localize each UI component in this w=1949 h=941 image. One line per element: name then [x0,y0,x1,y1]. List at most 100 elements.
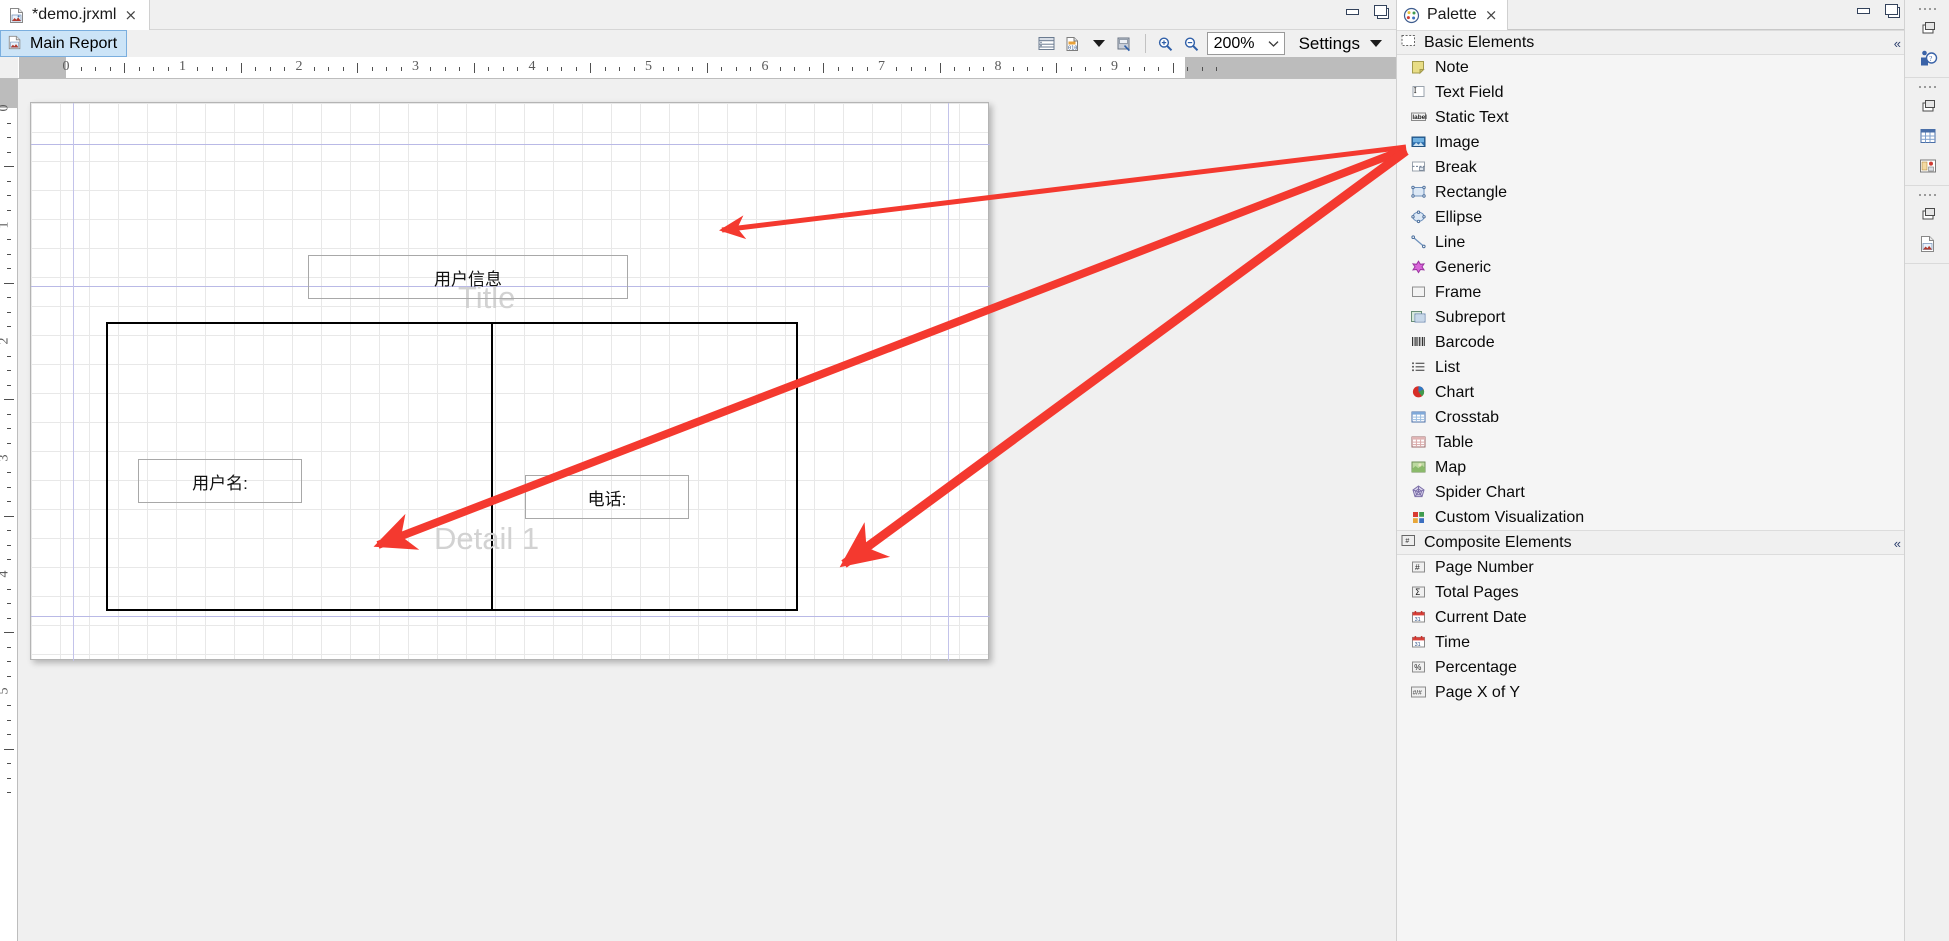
vruler-label: 2 [0,338,13,345]
map-icon [1410,459,1428,476]
minimize-icon[interactable] [1855,3,1871,17]
palette-item-chart[interactable]: Chart [1397,380,1905,405]
palette-item-line[interactable]: Line [1397,230,1905,255]
palette-item-label: Percentage [1435,658,1517,676]
design-canvas[interactable]: Title 用户信息 Detail 1 用户名: 电话: [19,80,1396,941]
hruler-tick [473,63,475,73]
palette-item-label: Spider Chart [1435,483,1525,501]
jrxml-file-icon[interactable] [1905,229,1949,259]
palette-item-current-date[interactable]: 31 Current Date [1397,605,1905,630]
data-source-icon[interactable]: 010 [1060,32,1086,56]
drag-handle-dots[interactable] [1905,190,1949,199]
palette-item-static-text[interactable]: label Static Text [1397,105,1905,130]
page-margin-right-guide [948,103,949,661]
palette-item-text-field[interactable]: Text Field [1397,80,1905,105]
generic-icon [1410,259,1428,276]
report-inspector-icon[interactable] [1905,121,1949,151]
close-icon[interactable]: × [122,7,139,23]
properties-icon[interactable] [1905,151,1949,181]
rectangle-icon [1410,184,1428,201]
hruler-tick [400,67,402,71]
palette-item-barcode[interactable]: Barcode [1397,330,1905,355]
vruler-tick [7,384,11,386]
maximize-restore-icon[interactable] [1883,3,1900,18]
palette-item-custom-visualization[interactable]: Custom Visualization [1397,505,1905,530]
palette-item-crosstab[interactable]: Crosstab [1397,405,1905,430]
palette-item-spider-chart[interactable]: Spider Chart [1397,480,1905,505]
outline-person-icon[interactable]: ? [1905,43,1949,73]
palette-section-composite-elements[interactable]: # Composite Elements « [1397,530,1905,555]
palette-item-percentage[interactable]: % Percentage [1397,655,1905,680]
zoom-level-combobox[interactable]: 200% [1206,32,1285,55]
hruler-tick [1027,67,1029,71]
palette-item-label: Page Number [1435,558,1534,576]
hruler-tick [313,67,315,71]
vertical-ruler[interactable]: 0 1 2 3 4 5 [0,79,18,941]
palette-item-ellipse[interactable]: Ellipse [1397,205,1905,230]
title-static-text[interactable]: 用户信息 [308,255,628,299]
palette-item-subreport[interactable]: Subreport [1397,305,1905,330]
caret-down-icon [1370,40,1382,47]
drag-handle-dots[interactable] [1905,4,1949,13]
settings-button[interactable]: Settings [1299,34,1386,54]
palette-item-generic[interactable]: Generic [1397,255,1905,280]
vruler-tick [7,209,11,211]
hruler-tick [1056,63,1058,73]
hruler-label: 2 [295,59,303,74]
hruler-tick [604,67,606,71]
title-static-text-label: 用户信息 [434,269,502,289]
palette-section-basic-elements[interactable]: Basic Elements « [1397,30,1905,55]
vruler-tick [7,617,11,619]
hruler-tick [1172,63,1174,73]
tab-palette[interactable]: Palette × [1397,0,1509,30]
restore-view-icon[interactable] [1905,199,1949,229]
hruler-tick [779,67,781,71]
crosstab-icon [1410,409,1428,426]
palette-item-page-x-of-y[interactable]: #/# Page X of Y [1397,680,1905,705]
palette-item-list[interactable]: List [1397,355,1905,380]
palette-item-time[interactable]: 31 Time [1397,630,1905,655]
file-tab-demo-jrxml[interactable]: *demo.jrxml × [0,0,151,30]
drag-handle-dots[interactable] [1905,82,1949,91]
restore-view-icon[interactable] [1905,91,1949,121]
hruler-tick [866,67,868,71]
phone-static-text[interactable]: 电话: [525,475,689,519]
palette-item-rectangle[interactable]: Rectangle [1397,180,1905,205]
tab-main-report[interactable]: Main Report [0,30,128,57]
svg-text:#/#: #/# [1413,690,1422,697]
report-page[interactable]: Title 用户信息 Detail 1 用户名: 电话: [30,102,990,661]
dropdown-caret-icon[interactable] [1086,32,1112,56]
hruler-tick [590,63,592,73]
vruler-tick [7,472,11,474]
palette-item-total-pages[interactable]: Σ Total Pages [1397,580,1905,605]
hruler-tick [794,67,796,71]
palette-item-break[interactable]: Break [1397,155,1905,180]
minimize-icon[interactable] [1344,4,1360,18]
username-static-text[interactable]: 用户名: [138,459,302,503]
hruler-tick [735,67,737,71]
jrxml-file-icon [8,7,26,24]
page-number-icon: # [1410,559,1428,576]
collapse-icon[interactable]: « [1894,536,1901,551]
palette-item-page-number[interactable]: # Page Number [1397,555,1905,580]
preview-icon[interactable] [1112,32,1138,56]
horizontal-ruler[interactable]: 0 1 2 3 4 5 6 7 8 9 [0,57,1396,79]
close-icon[interactable]: × [1483,7,1500,23]
palette-item-frame[interactable]: Frame [1397,280,1905,305]
zoom-out-icon[interactable] [1179,32,1205,56]
palette-item-table[interactable]: Table [1397,430,1905,455]
collapse-icon[interactable]: « [1894,36,1901,51]
palette-item-map[interactable]: Map [1397,455,1905,480]
barcode-icon [1410,334,1428,351]
restore-view-icon[interactable] [1905,13,1949,43]
hruler-tick [939,63,941,73]
palette-item-note[interactable]: Note [1397,55,1905,80]
maximize-restore-icon[interactable] [1372,4,1389,19]
palette-item-label: Custom Visualization [1435,508,1585,526]
hruler-label: 3 [412,59,419,74]
palette-item-image[interactable]: Image [1397,130,1905,155]
band-view-icon[interactable] [1034,32,1060,56]
text-field-icon [1410,84,1428,101]
vruler-tick [7,719,11,721]
zoom-in-icon[interactable] [1153,32,1179,56]
